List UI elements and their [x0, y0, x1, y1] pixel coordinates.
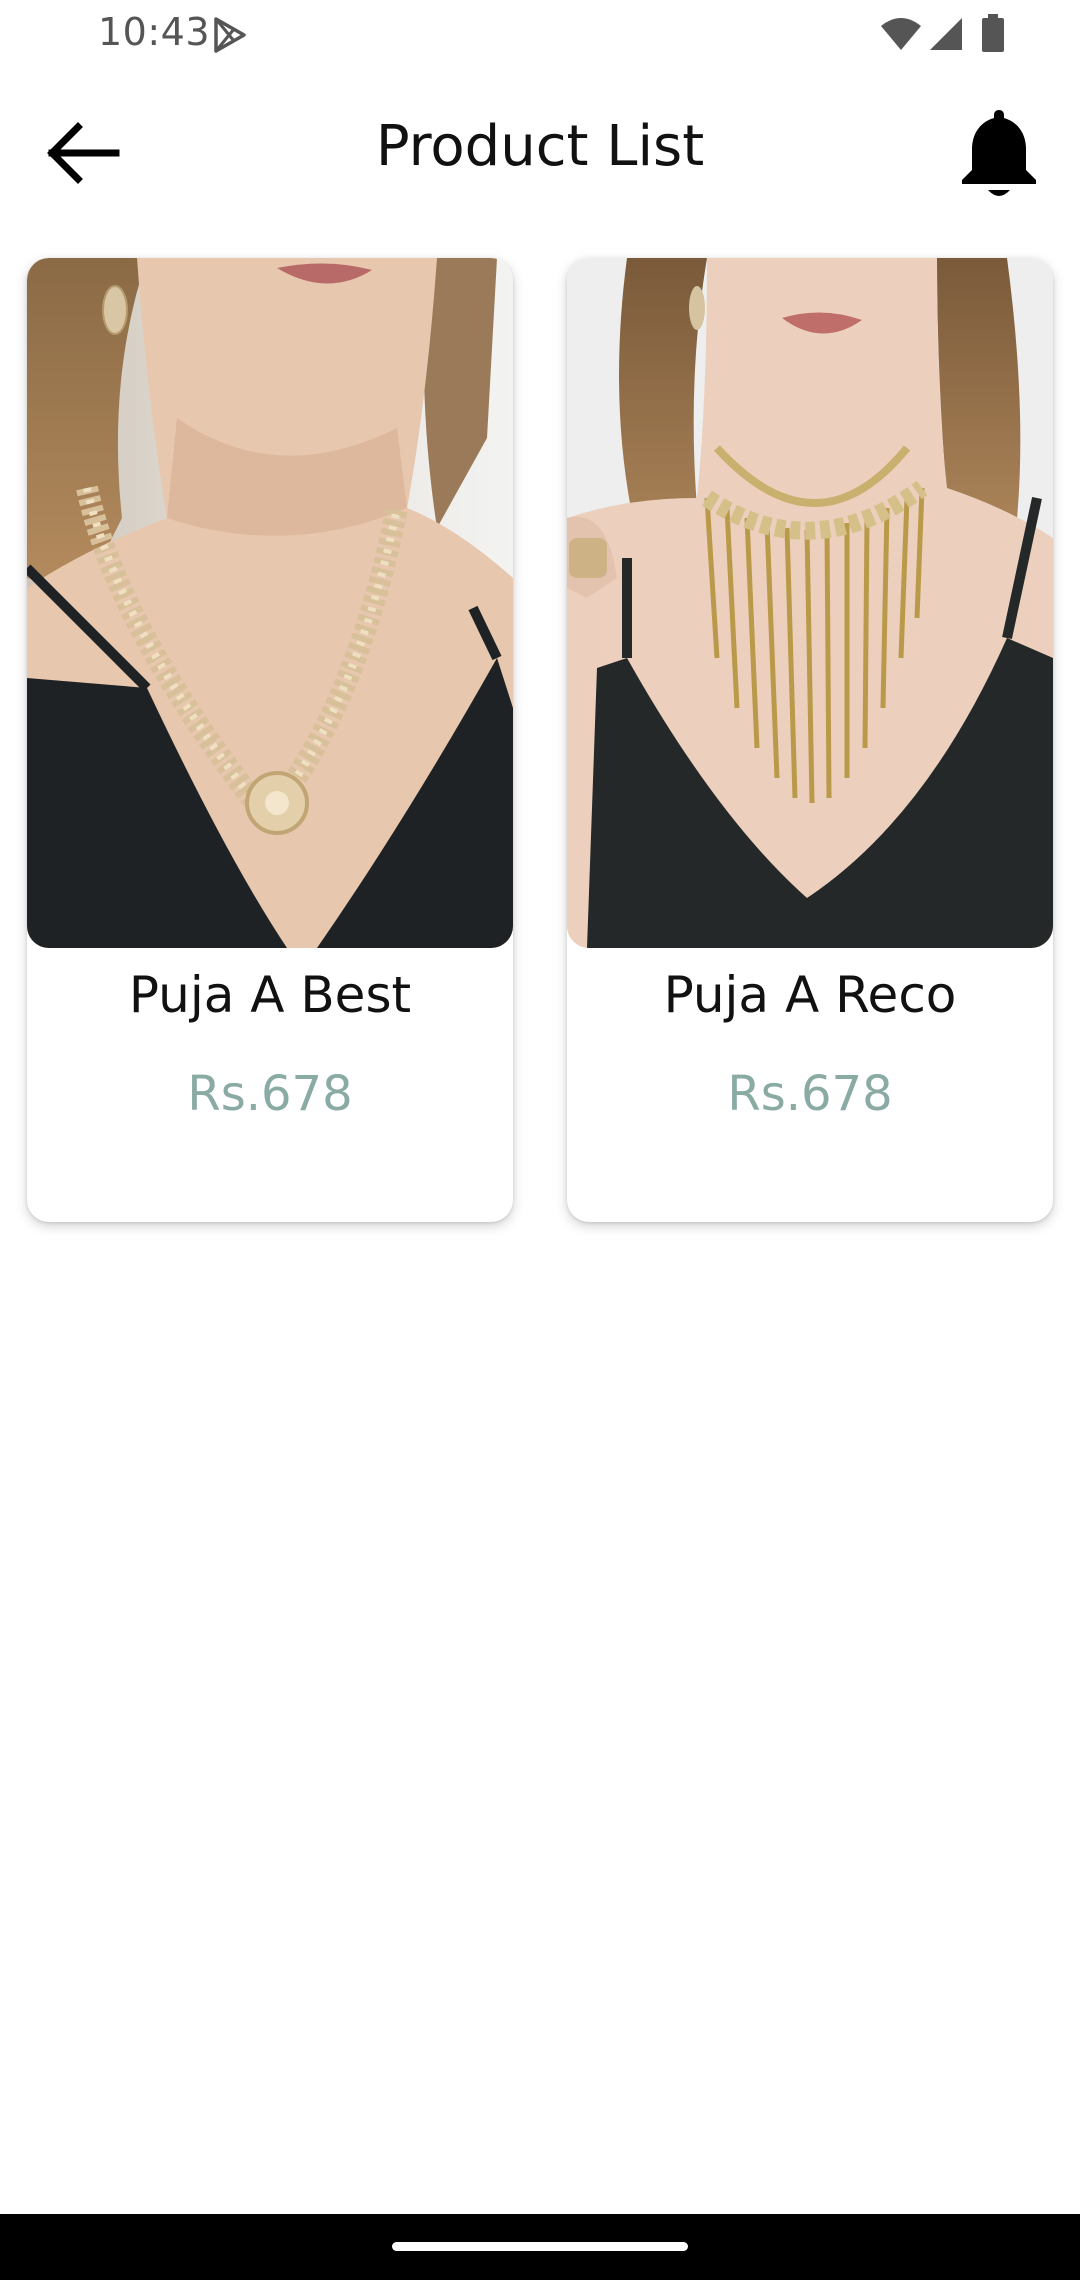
product-price: Rs.678	[727, 1066, 893, 1122]
product-card[interactable]: Puja A Best Rs.678	[27, 258, 513, 1222]
signal-icon	[930, 18, 962, 50]
status-bar: 10:43	[0, 0, 1080, 68]
product-image[interactable]	[27, 258, 513, 948]
product-card[interactable]: Puja A Reco Rs.678	[567, 258, 1053, 1222]
product-list-screen: 10:43 Product List Puja A Best Rs.678 Pu…	[0, 0, 1080, 2280]
navigation-bar	[0, 2214, 1080, 2280]
page-title: Product List	[375, 114, 705, 179]
product-price: Rs.678	[187, 1066, 353, 1122]
play-store-icon	[214, 17, 246, 53]
app-bar: Product List	[0, 68, 1080, 228]
product-image[interactable]	[567, 258, 1053, 948]
wifi-icon	[881, 18, 921, 50]
status-time: 10:43	[98, 10, 211, 54]
product-name: Puja A Reco	[663, 966, 957, 1024]
battery-icon	[982, 14, 1004, 52]
home-indicator[interactable]	[392, 2242, 688, 2251]
bell-icon[interactable]	[954, 104, 1044, 204]
product-name: Puja A Best	[128, 966, 412, 1024]
